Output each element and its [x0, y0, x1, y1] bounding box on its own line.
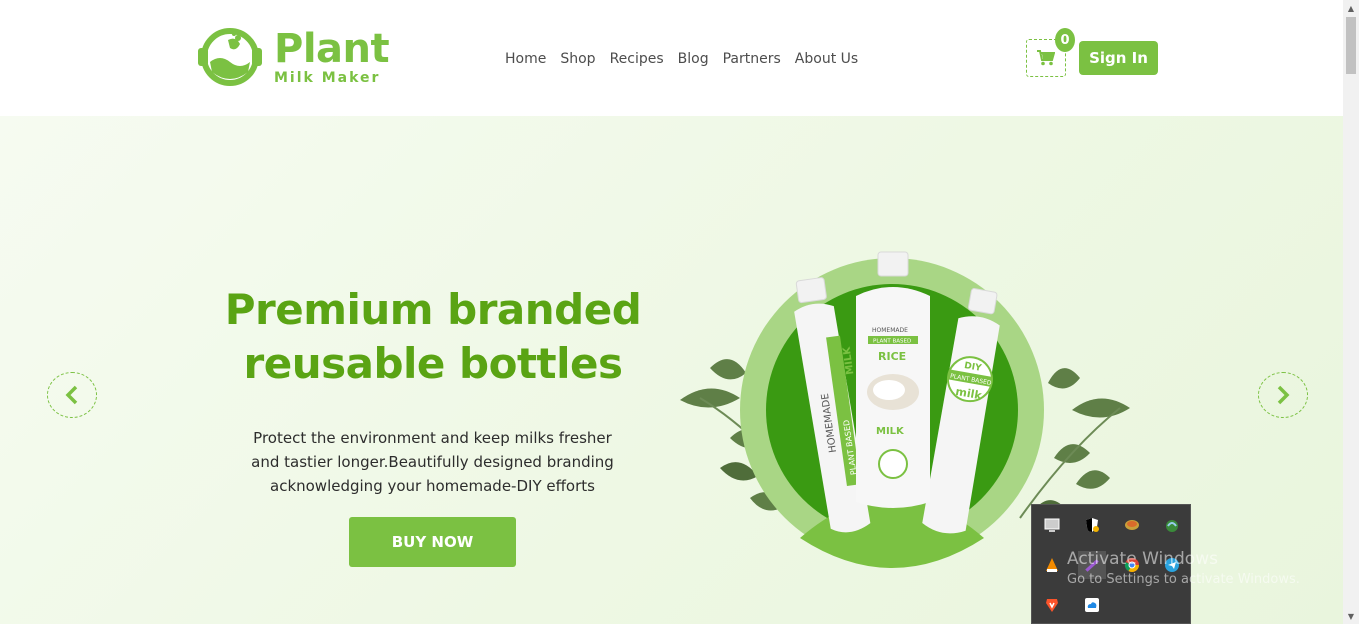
sign-in-button[interactable]: Sign In: [1079, 41, 1158, 75]
security-shield-icon[interactable]: [1082, 515, 1102, 535]
network-globe-icon[interactable]: [1162, 515, 1182, 535]
vlc-icon[interactable]: [1042, 555, 1062, 575]
scroll-down-arrow-icon[interactable]: ▼: [1343, 608, 1359, 624]
logo-subtitle: Milk Maker: [274, 70, 381, 86]
svg-text:RICE: RICE: [878, 350, 906, 363]
svg-text:HOMEMADE: HOMEMADE: [872, 327, 908, 334]
site-header: Plant Milk Maker Home Shop Recipes Blog …: [0, 0, 1343, 116]
chrome-icon[interactable]: [1122, 555, 1142, 575]
svg-text:PLANT BASED: PLANT BASED: [873, 339, 911, 345]
chevron-left-icon: [65, 385, 78, 405]
logo-title: Plant: [274, 26, 390, 72]
hero-description: Protect the environment and keep milks f…: [251, 429, 614, 495]
cloud-upload-icon[interactable]: [1082, 595, 1102, 615]
main-nav: Home Shop Recipes Blog Partners About Us: [505, 51, 872, 67]
scroll-up-arrow-icon[interactable]: ▲: [1343, 0, 1359, 16]
hero-title: Premium branded reusable bottles: [224, 285, 642, 388]
cart-button[interactable]: 0: [1026, 28, 1075, 77]
scroll-thumb[interactable]: [1346, 17, 1356, 74]
logo-mark-icon: [198, 28, 262, 86]
buy-now-button[interactable]: BUY NOW: [349, 517, 516, 567]
chevron-right-icon: [1277, 385, 1290, 405]
prev-slide-button[interactable]: [47, 372, 97, 418]
system-tray-popup: [1031, 504, 1191, 624]
nav-about-us[interactable]: About Us: [795, 51, 858, 67]
display-icon[interactable]: [1042, 515, 1062, 535]
page-scrollbar[interactable]: ▲ ▼: [1343, 0, 1359, 624]
app-tray-icon[interactable]: [1122, 515, 1142, 535]
cart-count-badge: 0: [1055, 28, 1075, 52]
nav-recipes[interactable]: Recipes: [610, 51, 664, 67]
cart-icon: [1037, 50, 1055, 66]
next-slide-button[interactable]: [1258, 372, 1308, 418]
nav-blog[interactable]: Blog: [678, 51, 709, 67]
telegram-icon[interactable]: [1162, 555, 1182, 575]
pen-app-icon[interactable]: [1078, 551, 1106, 579]
svg-text:MILK: MILK: [876, 426, 905, 437]
nav-partners[interactable]: Partners: [723, 51, 781, 67]
nav-shop[interactable]: Shop: [560, 51, 595, 67]
logo[interactable]: Plant Milk Maker: [196, 26, 390, 88]
nav-home[interactable]: Home: [505, 51, 546, 67]
brave-icon[interactable]: [1042, 595, 1062, 615]
